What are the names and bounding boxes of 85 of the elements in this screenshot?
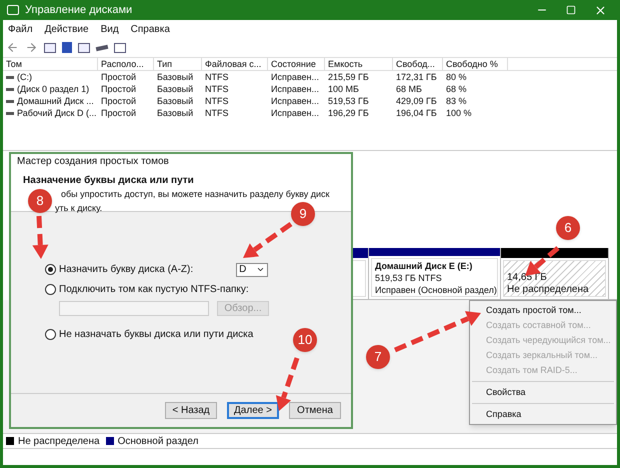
- table-cell: Простой: [101, 107, 136, 119]
- table-cell: 429,09 ГБ: [396, 95, 437, 107]
- table-cell: 519,53 ГБ: [328, 95, 369, 107]
- column-header[interactable]: Том: [3, 58, 98, 70]
- column-header[interactable]: Состояние: [268, 58, 325, 70]
- table-cell: Базовый: [157, 71, 194, 83]
- table-cell: 100 МБ: [328, 83, 359, 95]
- table-cell: Простой: [101, 71, 136, 83]
- legend-label: Основной раздел: [118, 434, 198, 448]
- column-header[interactable]: Свобод...: [393, 58, 443, 70]
- partition-name: Домашний Диск E (E:): [375, 260, 474, 272]
- table-cell: Исправен...: [271, 71, 320, 83]
- dashed-arrow: [243, 222, 292, 258]
- dashed-arrow: [276, 357, 300, 411]
- table-cell: 100 %: [446, 107, 472, 119]
- table-cell: 68 МБ: [396, 83, 422, 95]
- table-cell: 68 %: [446, 83, 467, 95]
- drive-icon: [6, 76, 14, 78]
- drive-icon: [6, 88, 14, 90]
- list-view-icon[interactable]: [44, 42, 56, 52]
- partition-status: Не распределена: [507, 284, 590, 296]
- menu-item[interactable]: Файл: [8, 22, 33, 36]
- table-cell: 215,59 ГБ: [328, 71, 369, 83]
- table-cell: 196,29 ГБ: [328, 107, 369, 119]
- table-cell: Исправен...: [271, 107, 320, 119]
- wizard-description: уть к диску.: [55, 202, 102, 215]
- table-cell: 196,04 ГБ: [396, 107, 437, 119]
- back-icon[interactable]: [6, 41, 19, 54]
- table-cell: Домашний Диск ...: [17, 95, 94, 107]
- dialog-title: Мастер создания простых томов: [11, 154, 351, 170]
- partition-status: Исправен (Основной раздел): [375, 284, 494, 296]
- forward-icon[interactable]: [25, 41, 38, 54]
- radio-label[interactable]: Подключить том как пустую NTFS-папку:: [59, 282, 249, 297]
- window-title: Управление дисками: [25, 2, 132, 18]
- table-cell: Исправен...: [271, 83, 320, 95]
- radio-label[interactable]: Назначить букву диска (A-Z):: [59, 262, 194, 277]
- chevron-down-icon: [256, 265, 266, 274]
- folder-path-field[interactable]: [59, 301, 209, 316]
- menu-item[interactable]: Создать простой том...: [470, 303, 616, 318]
- table-cell: (C:): [17, 71, 32, 83]
- menu-item[interactable]: Свойства: [470, 385, 616, 400]
- close-icon[interactable]: [594, 4, 607, 16]
- table-cell: Простой: [101, 95, 136, 107]
- table-cell: NTFS: [205, 107, 228, 119]
- wizard-button[interactable]: Отмена: [289, 402, 341, 419]
- table-cell: Базовый: [157, 83, 194, 95]
- wizard-description: обы упростить доступ, вы можете назначить разделу букву диск: [61, 188, 330, 201]
- column-header[interactable]: Файловая с...: [202, 58, 268, 70]
- table-cell: 172,31 ГБ: [396, 71, 437, 83]
- wizard-button[interactable]: Далее >: [227, 402, 279, 419]
- table-cell: Базовый: [157, 95, 194, 107]
- drive-letter-dropdown[interactable]: D: [236, 262, 268, 276]
- app-icon: [7, 5, 19, 15]
- table-cell: NTFS: [205, 71, 228, 83]
- radio-button[interactable]: [45, 284, 56, 295]
- menu-item[interactable]: Справка: [470, 407, 616, 422]
- dashed-arrow: [32, 216, 48, 259]
- table-cell: 80 %: [446, 71, 467, 83]
- console-icon[interactable]: [114, 42, 126, 52]
- wizard-button[interactable]: < Назад: [165, 402, 217, 419]
- radio-button[interactable]: [45, 329, 56, 340]
- table-cell: (Диск 0 раздел 1): [17, 83, 90, 95]
- maximize-icon[interactable]: [566, 5, 576, 15]
- wizard-heading: Назначение буквы диска или пути: [23, 174, 195, 188]
- radio-button[interactable]: [45, 264, 56, 275]
- table-cell: Исправен...: [271, 95, 320, 107]
- table-cell: Базовый: [157, 107, 194, 119]
- menu-item[interactable]: Справка: [130, 22, 170, 36]
- menu-item[interactable]: Действие: [44, 22, 89, 36]
- table-cell: Простой: [101, 83, 136, 95]
- table-cell: Рабочий Диск D (...: [17, 107, 96, 119]
- column-header[interactable]: Емкость: [325, 58, 393, 70]
- partition-size: 519,53 ГБ NTFS: [375, 272, 443, 284]
- table-cell: 83 %: [446, 95, 467, 107]
- drive-icon: [6, 112, 14, 114]
- legend-label: Не распределена: [18, 434, 100, 448]
- column-header[interactable]: Располо...: [98, 58, 154, 70]
- table-cell: NTFS: [205, 83, 228, 95]
- menu-item[interactable]: Вид: [100, 22, 119, 36]
- column-header[interactable]: Свободно %: [443, 58, 508, 70]
- table-cell: NTFS: [205, 95, 228, 107]
- drive-icon: [6, 100, 14, 102]
- radio-label[interactable]: Не назначать буквы диска или пути диска: [59, 327, 254, 342]
- panel-icon[interactable]: [78, 42, 90, 52]
- column-header[interactable]: Тип: [154, 58, 202, 70]
